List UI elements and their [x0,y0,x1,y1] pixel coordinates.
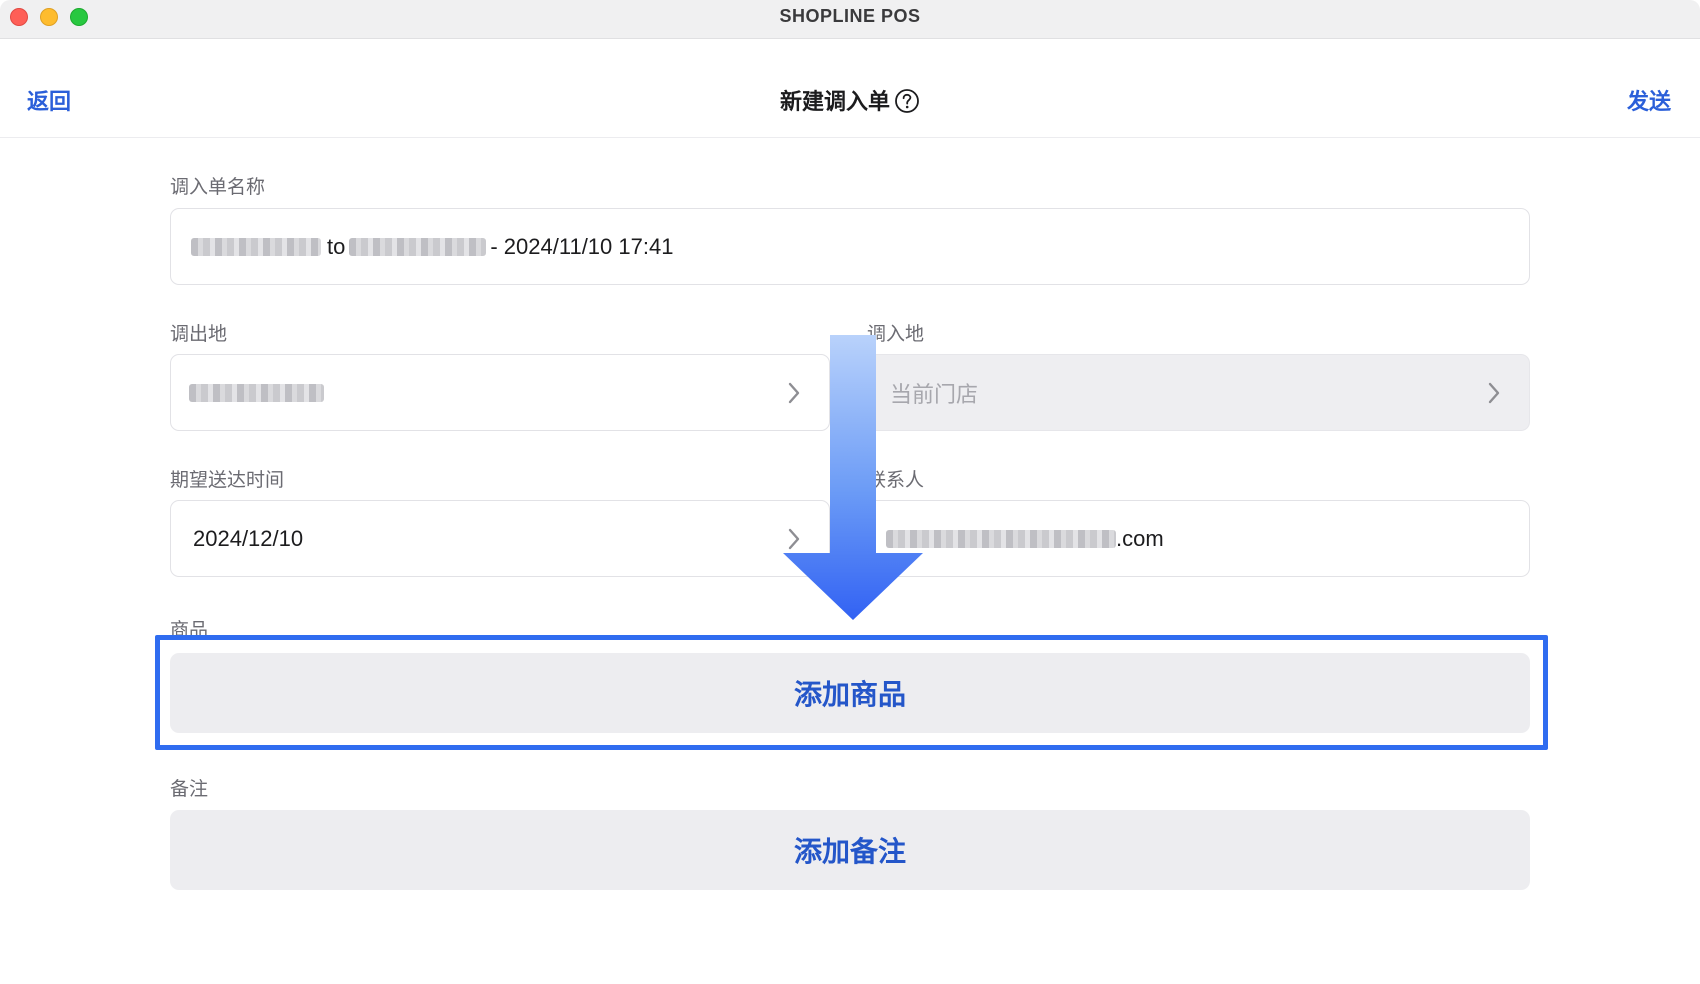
to-location-value: 当前门店 [890,381,979,407]
redacted-text [191,237,321,256]
chevron-right-icon [788,528,800,549]
transfer-name-label: 调入单名称 [170,177,266,198]
expected-date-value: 2024/12/10 [193,525,304,551]
to-location-label: 调入地 [867,324,925,345]
page-title: 新建调入单 [779,89,890,114]
app-title: SHOPLINE POS [779,6,921,26]
from-location-selector[interactable] [170,354,830,431]
add-note-button[interactable]: 添加备注 [170,810,1530,890]
contact-value-suffix: .com [1116,525,1164,551]
contact-value: .com [886,501,1164,576]
expected-date-selector[interactable]: 2024/12/10 [170,500,830,577]
title-bar: SHOPLINE POS [0,0,1700,39]
transfer-name-value: to - 2024/11/10 17:41 [191,209,673,284]
chevron-right-icon [788,382,800,403]
transfer-name-field[interactable]: to - 2024/11/10 17:41 [170,208,1530,285]
app-window: SHOPLINE POS 返回 新建调入单 发送 调入单名称 to - 2024… [0,0,1700,984]
page-title-group: 新建调入单 [0,84,1700,116]
contact-field[interactable]: .com [867,500,1530,577]
products-label: 商品 [170,620,209,641]
send-button[interactable]: 发送 [1627,84,1671,116]
chevron-right-icon [1488,382,1500,403]
from-location-value [189,355,324,430]
redacted-text [886,529,1116,548]
to-location-selector[interactable]: 当前门店 [867,354,1530,431]
expected-date-label: 期望送达时间 [170,470,285,491]
redacted-text [349,237,487,256]
notes-label: 备注 [170,779,209,800]
contact-label: 联系人 [867,470,925,491]
transfer-name-suffix: - 2024/11/10 17:41 [490,233,674,259]
add-product-button[interactable]: 添加商品 [170,653,1530,733]
redacted-text [189,383,324,402]
from-location-label: 调出地 [170,324,228,345]
transfer-name-connector: to [327,233,346,259]
page-header: 返回 新建调入单 发送 [0,40,1700,138]
help-icon[interactable] [894,88,920,114]
